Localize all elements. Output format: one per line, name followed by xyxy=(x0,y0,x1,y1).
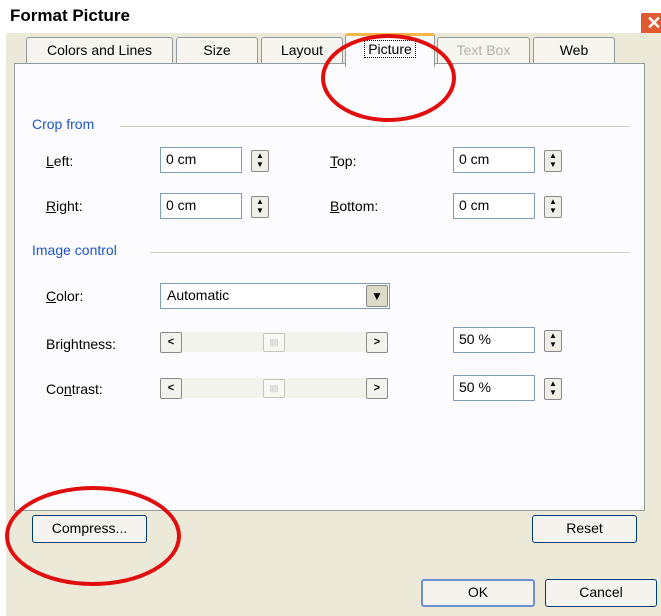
contrast-slider[interactable]: < |||| > xyxy=(160,378,388,399)
crop-right-spinner[interactable]: 0 cm ▲ ▼ xyxy=(160,193,269,219)
crop-top-label: Top: xyxy=(330,153,357,169)
crop-top-spinner[interactable]: 0 cm ▲ ▼ xyxy=(453,147,562,173)
crop-bottom-label: Bottom: xyxy=(330,198,379,214)
spin-arrows-icon[interactable]: ▲ ▼ xyxy=(544,378,562,400)
crop-bottom-spinner[interactable]: 0 cm ▲ ▼ xyxy=(453,193,562,219)
chevron-right-icon[interactable]: > xyxy=(366,378,388,399)
compress-button[interactable]: Compress... xyxy=(32,515,147,543)
chevron-left-icon[interactable]: < xyxy=(160,332,182,353)
ok-label: OK xyxy=(467,584,489,600)
color-label: Color: xyxy=(46,288,84,304)
tab-label: Text Box xyxy=(456,42,511,58)
tab-label: Web xyxy=(559,42,589,58)
tab-layout[interactable]: Layout xyxy=(261,37,343,64)
crop-left-value: 0 cm xyxy=(166,151,197,167)
spin-arrows-icon[interactable]: ▲ ▼ xyxy=(251,196,269,218)
image-control-divider xyxy=(150,252,630,253)
crop-from-heading: Crop from xyxy=(32,116,101,132)
tab-label: Colors and Lines xyxy=(46,42,153,58)
title-bar: Format Picture ✕ xyxy=(0,0,661,36)
chevron-down-icon[interactable]: ▼ xyxy=(366,285,388,307)
tab-label: Size xyxy=(203,42,231,58)
spin-arrows-icon[interactable]: ▲ ▼ xyxy=(544,196,562,218)
tab-text-box: Text Box xyxy=(437,37,530,64)
crop-top-value: 0 cm xyxy=(459,151,490,167)
crop-left-spinner[interactable]: 0 cm ▲ ▼ xyxy=(160,147,269,173)
brightness-spinner[interactable]: 50 % ▲ ▼ xyxy=(453,327,562,353)
brightness-value: 50 % xyxy=(459,331,491,347)
crop-right-label: Right: xyxy=(46,198,83,214)
ok-button[interactable]: OK xyxy=(421,579,535,607)
chevron-right-icon[interactable]: > xyxy=(366,332,388,353)
image-control-heading: Image control xyxy=(32,242,123,258)
chevron-left-icon[interactable]: < xyxy=(160,378,182,399)
tab-label: Picture xyxy=(364,40,416,58)
reset-button[interactable]: Reset xyxy=(532,515,637,543)
color-value: Automatic xyxy=(167,287,230,303)
spin-arrows-icon[interactable]: ▲ ▼ xyxy=(544,150,562,172)
contrast-value: 50 % xyxy=(459,379,491,395)
spin-arrows-icon[interactable]: ▲ ▼ xyxy=(544,330,562,352)
compress-label: Compress... xyxy=(51,520,128,536)
crop-right-value: 0 cm xyxy=(166,197,197,213)
crop-group-divider xyxy=(120,126,630,127)
cancel-label: Cancel xyxy=(579,584,623,600)
tab-web[interactable]: Web xyxy=(533,37,615,64)
brightness-slider[interactable]: < |||| > xyxy=(160,332,388,353)
slider-thumb[interactable]: |||| xyxy=(263,379,285,398)
cancel-button[interactable]: Cancel xyxy=(545,579,657,607)
tab-colors-and-lines[interactable]: Colors and Lines xyxy=(26,37,173,64)
spin-arrows-icon[interactable]: ▲ ▼ xyxy=(251,150,269,172)
color-dropdown[interactable]: Automatic ▼ xyxy=(160,283,390,309)
contrast-label: Contrast: xyxy=(46,381,103,397)
reset-label: Reset xyxy=(566,520,603,536)
brightness-label: Brightness: xyxy=(46,336,117,352)
contrast-spinner[interactable]: 50 % ▲ ▼ xyxy=(453,375,562,401)
crop-left-label: Left: xyxy=(46,153,74,169)
tab-picture[interactable]: Picture xyxy=(345,33,435,67)
tab-label: Layout xyxy=(280,42,324,58)
slider-thumb[interactable]: |||| xyxy=(263,333,285,352)
crop-bottom-value: 0 cm xyxy=(459,197,490,213)
tab-size[interactable]: Size xyxy=(176,37,258,64)
window-title: Format Picture xyxy=(10,6,130,25)
